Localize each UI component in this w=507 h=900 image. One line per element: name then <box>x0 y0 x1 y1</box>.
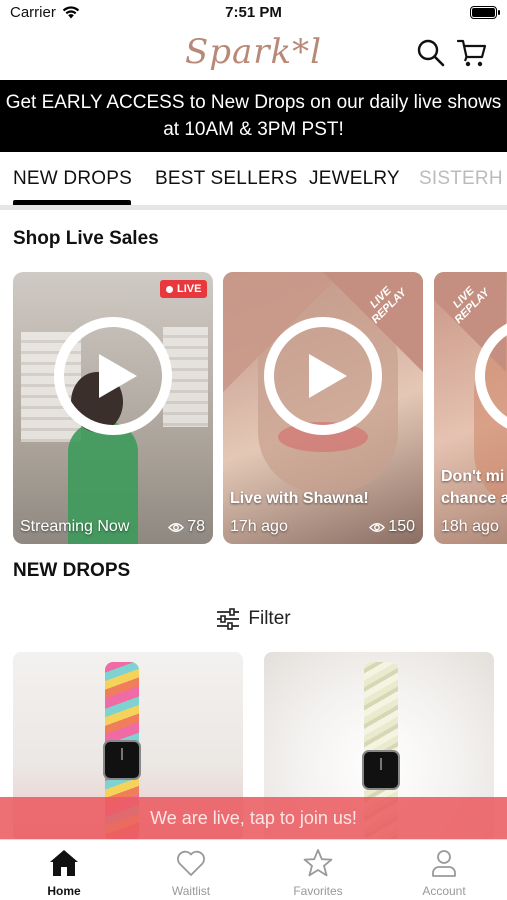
tab-favorites-label: Favorites <box>293 884 343 898</box>
category-tabs: NEW DROPS BEST SELLERS JEWELRY SISTERH <box>0 152 507 210</box>
view-count: 78 <box>168 518 205 536</box>
eye-icon <box>168 522 185 532</box>
tab-waitlist-label: Waitlist <box>171 884 211 898</box>
card-title: Don't mi <box>441 468 505 485</box>
cart-icon[interactable] <box>457 38 487 68</box>
app-header: Spark*l <box>0 26 507 78</box>
tab-account[interactable]: Account <box>394 848 494 898</box>
live-card-replay[interactable]: LIVE REPLAY Live with Shawna! 17h ago 15… <box>223 272 423 544</box>
live-badge-label: LIVE <box>177 283 202 295</box>
bottom-tab-bar: Home Waitlist Favorites Account <box>0 839 507 900</box>
live-sales-carousel[interactable]: LIVE Streaming Now 78 LIVE REPLAY Live w… <box>0 272 507 544</box>
section-title-new-drops: NEW DROPS <box>13 560 131 581</box>
live-join-toast[interactable]: We are live, tap to join us! <box>0 797 507 839</box>
filter-button[interactable]: Filter <box>0 604 507 634</box>
card-subtitle: 17h ago <box>230 518 288 535</box>
play-icon[interactable] <box>474 316 507 436</box>
live-dot-icon <box>166 285 173 293</box>
tab-account-label: Account <box>422 884 466 898</box>
watch-face-image <box>362 750 400 790</box>
early-access-banner[interactable]: Get EARLY ACCESS to New Drops on our dai… <box>0 80 507 152</box>
tab-home[interactable]: Home <box>14 848 114 898</box>
status-time: 7:51 PM <box>225 4 282 21</box>
play-icon[interactable] <box>263 316 383 436</box>
view-count-value: 150 <box>388 518 415 535</box>
watch-face-image <box>103 740 141 780</box>
sliders-icon <box>217 608 240 630</box>
live-card-streaming[interactable]: LIVE Streaming Now 78 <box>13 272 213 544</box>
view-count-value: 78 <box>187 518 205 535</box>
battery-icon <box>470 6 500 19</box>
tab-waitlist[interactable]: Waitlist <box>141 848 241 898</box>
home-icon <box>50 850 78 876</box>
status-bar: Carrier 7:51 PM <box>0 0 507 26</box>
card-meta: Streaming Now 78 <box>20 518 205 536</box>
section-title-live: Shop Live Sales <box>13 228 159 249</box>
tab-home-label: Home <box>47 884 81 898</box>
eye-icon <box>369 522 386 532</box>
card-subtitle: Streaming Now <box>20 518 130 535</box>
card-title: Live with Shawna! <box>230 490 369 507</box>
tab-jewelry[interactable]: JEWELRY <box>309 168 400 190</box>
play-icon[interactable] <box>53 316 173 436</box>
tab-best-sellers[interactable]: BEST SELLERS <box>155 168 298 190</box>
tab-new-drops[interactable]: NEW DROPS <box>13 168 132 190</box>
card-meta: 17h ago 150 <box>230 518 415 536</box>
view-count: 150 <box>369 518 415 536</box>
live-badge: LIVE <box>160 280 208 298</box>
person-icon <box>432 850 456 877</box>
tab-sisterhood[interactable]: SISTERH <box>419 168 503 190</box>
search-icon[interactable] <box>416 38 446 68</box>
live-card-replay[interactable]: LIVE REPLAY Don't mi chance a 18h ago <box>434 272 507 544</box>
card-meta: 18h ago <box>441 518 507 536</box>
card-title-line-2: chance a <box>441 490 507 507</box>
star-icon <box>303 849 333 877</box>
active-tab-indicator <box>13 200 131 205</box>
filter-label: Filter <box>248 608 291 629</box>
tab-favorites[interactable]: Favorites <box>268 848 368 898</box>
heart-icon <box>177 850 205 876</box>
card-subtitle: 18h ago <box>441 518 499 535</box>
